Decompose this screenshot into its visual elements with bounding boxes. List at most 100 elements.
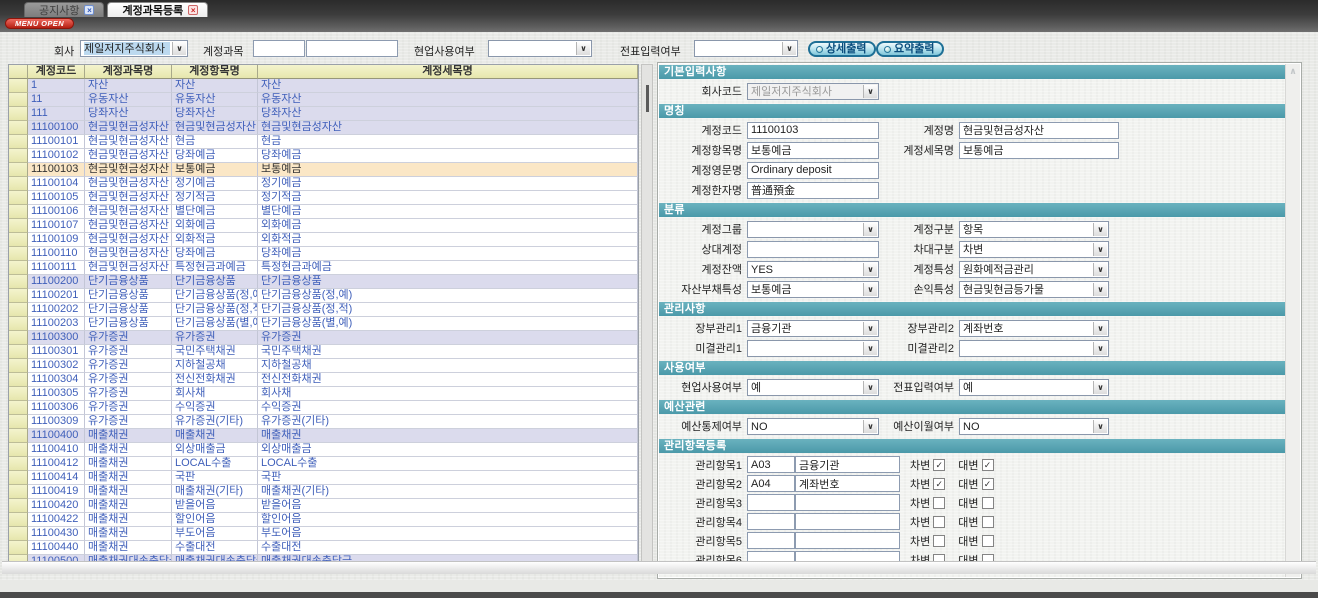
table-row[interactable]: 11100430매출채권부도어음부도어음 — [9, 527, 638, 541]
detail-name-input[interactable] — [959, 142, 1119, 159]
table-row[interactable]: 11100104현금및현금성자산정기예금정기예금 — [9, 177, 638, 191]
company-dropdown[interactable]: 제일저지주식회사 ∨ — [80, 40, 188, 57]
account-attribute-dropdown[interactable]: 원화예적금관리 ∨ — [959, 261, 1109, 278]
table-row[interactable]: 11100420매출채권받을어음받을어음 — [9, 499, 638, 513]
budget-carryover-dropdown[interactable]: NO ∨ — [959, 418, 1109, 435]
table-row[interactable]: 1자산자산자산 — [9, 79, 638, 93]
row-gutter[interactable] — [9, 121, 28, 135]
table-row[interactable]: 11100302유가증권지하철공채지하철공채 — [9, 359, 638, 373]
chevron-down-icon[interactable]: ∨ — [863, 223, 877, 236]
row-gutter[interactable] — [9, 135, 28, 149]
account-name-filter-input[interactable] — [306, 40, 398, 57]
chevron-down-icon[interactable]: ∨ — [1093, 420, 1107, 433]
mgmt-item-code-input[interactable] — [747, 475, 795, 492]
table-row[interactable]: 11100412매출채권LOCAL수출LOCAL수출 — [9, 457, 638, 471]
row-gutter[interactable] — [9, 415, 28, 429]
chevron-down-icon[interactable]: ∨ — [172, 42, 186, 55]
credit-checkbox[interactable]: ✓ — [982, 459, 994, 471]
close-icon[interactable]: × — [84, 5, 94, 15]
table-row[interactable]: 11100300유가증권유가증권유가증권 — [9, 331, 638, 345]
table-row[interactable]: 11100301유가증권국민주택채권국민주택채권 — [9, 345, 638, 359]
row-gutter[interactable] — [9, 79, 28, 93]
row-gutter[interactable] — [9, 457, 28, 471]
scroll-up-icon[interactable]: ∧ — [1286, 66, 1300, 77]
mgmt-item-name-input[interactable] — [795, 532, 900, 549]
table-row[interactable]: 11100103현금및현금성자산보통예금보통예금 — [9, 163, 638, 177]
tab-account-register[interactable]: 계정과목등록 × — [107, 2, 208, 17]
table-row[interactable]: 11100107현금및현금성자산외화예금외화예금 — [9, 219, 638, 233]
row-gutter[interactable] — [9, 261, 28, 275]
table-row[interactable]: 11100440매출채권수출대전수출대전 — [9, 541, 638, 555]
table-row[interactable]: 11100201단기금융상품단기금융상품(정,예)단기금융상품(정,예) — [9, 289, 638, 303]
chevron-down-icon[interactable]: ∨ — [863, 322, 877, 335]
table-row[interactable]: 11100109현금및현금성자산외화적금외화적금 — [9, 233, 638, 247]
profit-loss-dropdown[interactable]: 현금및현금등가물 ∨ — [959, 281, 1109, 298]
table-row[interactable]: 11100305유가증권회사채회사채 — [9, 387, 638, 401]
menu-open-button[interactable]: MENU OPEN — [5, 18, 74, 29]
debit-checkbox[interactable]: ✓ — [933, 478, 945, 490]
table-row[interactable]: 11100410매출채권외상매출금외상매출금 — [9, 443, 638, 457]
field-use-dropdown[interactable]: 예 ∨ — [747, 379, 879, 396]
mgmt-item-name-input[interactable] — [795, 494, 900, 511]
mgmt-item-code-input[interactable] — [747, 456, 795, 473]
row-gutter[interactable] — [9, 275, 28, 289]
table-row[interactable]: 11100202단기금융상품단기금융상품(정,적)단기금융상품(정,적) — [9, 303, 638, 317]
chevron-down-icon[interactable]: ∨ — [1093, 223, 1107, 236]
row-gutter[interactable] — [9, 429, 28, 443]
row-gutter[interactable] — [9, 163, 28, 177]
table-row[interactable]: 11100414매출채권국판국판 — [9, 471, 638, 485]
table-row[interactable]: 11100101현금및현금성자산현금현금 — [9, 135, 638, 149]
table-row[interactable]: 11100304유가증권전신전화채권전신전화채권 — [9, 373, 638, 387]
row-gutter[interactable] — [9, 317, 28, 331]
table-row[interactable]: 111당좌자산당좌자산당좌자산 — [9, 107, 638, 121]
chevron-down-icon[interactable]: ∨ — [863, 381, 877, 394]
mgmt-item-name-input[interactable] — [795, 456, 900, 473]
budget-control-dropdown[interactable]: NO ∨ — [747, 418, 879, 435]
debit-checkbox[interactable] — [933, 497, 945, 509]
row-gutter[interactable] — [9, 93, 28, 107]
account-code-input[interactable] — [747, 122, 879, 139]
table-row[interactable]: 11100422매출채권할인어음할인어음 — [9, 513, 638, 527]
chevron-down-icon[interactable]: ∨ — [863, 263, 877, 276]
chevron-down-icon[interactable]: ∨ — [863, 420, 877, 433]
chevron-down-icon[interactable]: ∨ — [576, 42, 590, 55]
panel-scrollbar[interactable]: ∧ ∨ — [1285, 64, 1300, 577]
scrollbar-thumb[interactable] — [646, 85, 649, 112]
table-row[interactable]: 11유동자산유동자산유동자산 — [9, 93, 638, 107]
row-gutter[interactable] — [9, 289, 28, 303]
row-gutter[interactable] — [9, 107, 28, 121]
mgmt-item-code-input[interactable] — [747, 494, 795, 511]
close-icon[interactable]: × — [188, 5, 198, 15]
table-row[interactable]: 11100309유가증권유가증권(기타)유가증권(기타) — [9, 415, 638, 429]
book-mgmt2-dropdown[interactable]: 계좌번호 ∨ — [959, 320, 1109, 337]
debit-checkbox[interactable] — [933, 535, 945, 547]
chevron-down-icon[interactable]: ∨ — [1093, 263, 1107, 276]
table-row[interactable]: 11100110현금및현금성자산당좌예금당좌예금 — [9, 247, 638, 261]
mgmt-item-name-input[interactable] — [795, 475, 900, 492]
english-name-input[interactable] — [747, 162, 879, 179]
table-row[interactable]: 11100203단기금융상품단기금융상품(별,예)단기금융상품(별,예) — [9, 317, 638, 331]
debit-credit-division-dropdown[interactable]: 차변 ∨ — [959, 241, 1109, 258]
table-row[interactable]: 11100200단기금융상품단기금융상품단기금융상품 — [9, 275, 638, 289]
pending-mgmt2-dropdown[interactable]: ∨ — [959, 340, 1109, 357]
chevron-down-icon[interactable]: ∨ — [863, 283, 877, 296]
row-gutter[interactable] — [9, 373, 28, 387]
chevron-down-icon[interactable]: ∨ — [863, 85, 877, 98]
row-gutter[interactable] — [9, 177, 28, 191]
row-gutter[interactable] — [9, 485, 28, 499]
opposite-account-input[interactable] — [747, 241, 879, 258]
row-gutter[interactable] — [9, 191, 28, 205]
company-code-dropdown[interactable]: 제일저지주식회사 ∨ — [747, 83, 879, 100]
asset-liability-dropdown[interactable]: 보통예금 ∨ — [747, 281, 879, 298]
account-name-input[interactable] — [959, 122, 1119, 139]
row-gutter[interactable] — [9, 387, 28, 401]
field-use-dropdown[interactable]: ∨ — [488, 40, 592, 57]
row-gutter[interactable] — [9, 541, 28, 555]
account-group-dropdown[interactable]: ∨ — [747, 221, 879, 238]
chevron-down-icon[interactable]: ∨ — [1093, 322, 1107, 335]
hanja-name-input[interactable] — [747, 182, 879, 199]
row-gutter[interactable] — [9, 233, 28, 247]
detail-print-button[interactable]: 상세출력 — [808, 41, 876, 57]
row-gutter[interactable] — [9, 499, 28, 513]
row-gutter[interactable] — [9, 471, 28, 485]
